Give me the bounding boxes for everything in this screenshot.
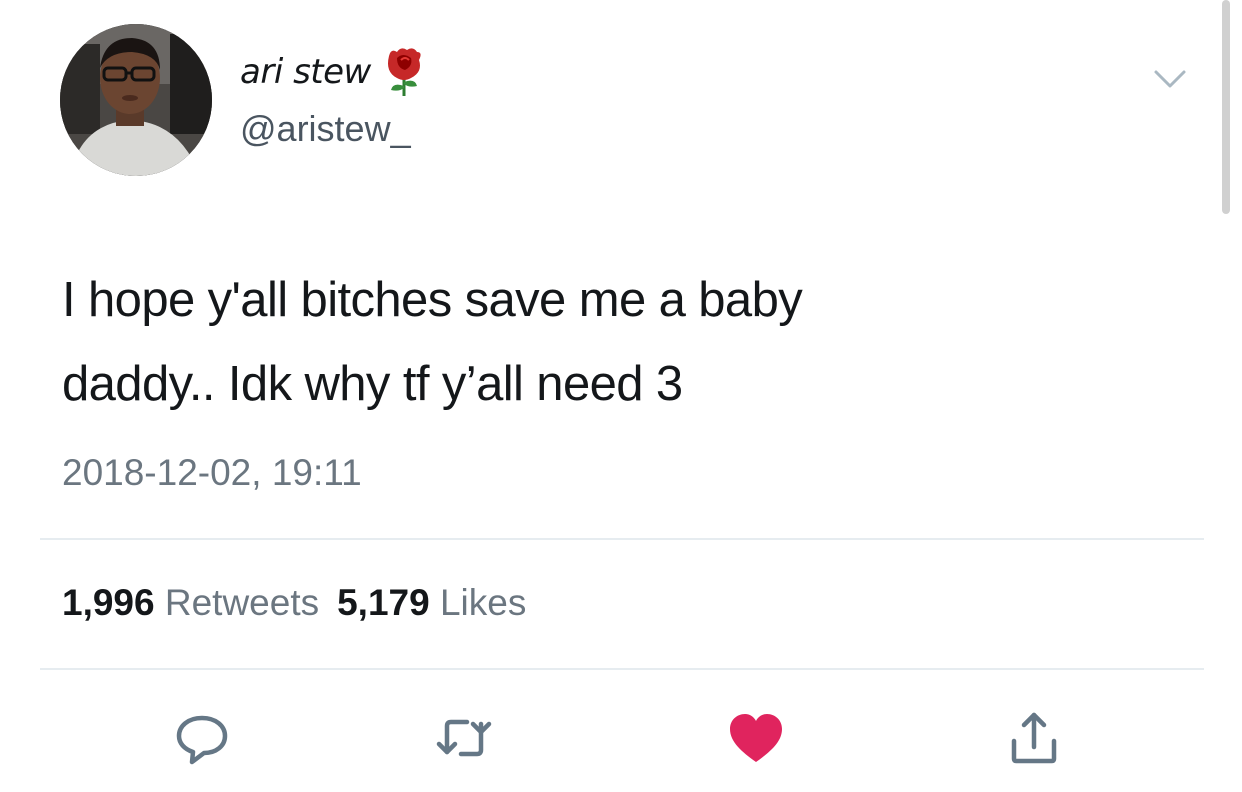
tweet-timestamp[interactable]: 2018-12-02, 19:11 <box>62 452 362 494</box>
retweets-label: Retweets <box>164 582 320 623</box>
rose-icon <box>383 46 425 98</box>
user-handle[interactable]: @aristew_ <box>240 108 411 150</box>
divider <box>40 668 1204 670</box>
share-button[interactable] <box>1002 706 1066 770</box>
divider <box>40 538 1204 540</box>
tweet-text-line: daddy.. Idk why tf y’all need 3 <box>62 357 683 411</box>
heart-icon <box>730 714 782 762</box>
retweet-button[interactable] <box>432 706 496 770</box>
chevron-down-icon[interactable] <box>1150 64 1190 92</box>
tweet-stats: 1,996 Retweets 5,179 Likes <box>62 582 526 624</box>
retweet-icon <box>436 719 492 757</box>
tweet-text-line: I hope y'all bitches save me a baby <box>62 273 803 327</box>
retweets-count: 1,996 <box>62 582 155 623</box>
like-button[interactable] <box>724 706 788 770</box>
likes-label: Likes <box>439 582 527 623</box>
likes-stat[interactable]: 5,179 Likes <box>337 582 526 623</box>
author-name-row[interactable]: ari stew <box>240 48 425 96</box>
share-icon <box>1011 712 1057 764</box>
display-name[interactable]: ari stew <box>240 52 371 92</box>
scrollbar[interactable] <box>1222 0 1230 214</box>
likes-count: 5,179 <box>337 582 430 623</box>
reply-icon <box>176 715 228 765</box>
avatar[interactable] <box>60 24 212 176</box>
retweets-stat[interactable]: 1,996 Retweets <box>62 582 319 623</box>
reply-button[interactable] <box>170 706 234 770</box>
tweet-text: I hope y'all bitches save me a baby dadd… <box>62 258 1142 426</box>
profile-photo <box>60 24 212 176</box>
